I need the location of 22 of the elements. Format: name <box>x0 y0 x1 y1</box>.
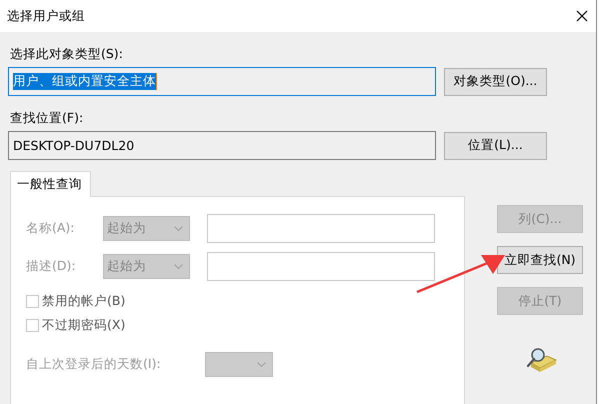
object-types-button[interactable]: 对象类型(O)... <box>444 68 547 96</box>
checkbox[interactable] <box>26 318 39 332</box>
field-label: 自上次登录后的天数(I): <box>26 356 162 373</box>
checkbox[interactable] <box>26 294 39 308</box>
location-field[interactable]: DESKTOP-DU7DL20 <box>8 131 436 160</box>
text-field[interactable] <box>207 252 435 280</box>
field-label: 名称(A): <box>26 220 76 236</box>
close-icon[interactable] <box>576 10 588 22</box>
chevron-down-icon <box>174 226 183 230</box>
field-label: 查找位置(F): <box>10 110 84 126</box>
chevron-down-icon <box>257 362 266 367</box>
object-type-field[interactable]: 用户、组或内置安全主体 <box>8 67 436 96</box>
locations-button[interactable]: 位置(L)... <box>444 132 547 160</box>
field-label: 选择此对象类型(S): <box>10 46 124 62</box>
checkbox-label: 不过期密码(X) <box>42 316 126 334</box>
tab[interactable]: 一般性查询 <box>10 171 91 197</box>
checkbox-label: 禁用的帐户(B) <box>42 292 126 310</box>
chevron-down-icon <box>174 264 183 268</box>
field-label: 描述(D): <box>26 258 77 274</box>
window-title: 选择用户或组 <box>7 8 85 24</box>
text-field[interactable] <box>207 214 435 242</box>
find-now-button[interactable]: 立即查找(N) <box>497 246 583 274</box>
